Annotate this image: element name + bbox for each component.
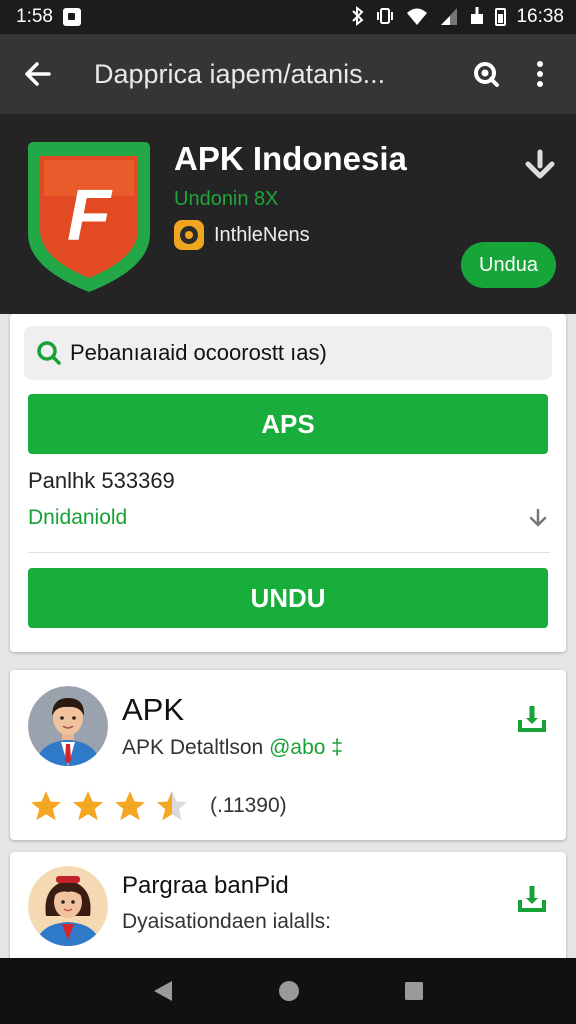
search-icon[interactable] bbox=[466, 54, 506, 94]
app-subtitle: Undonin 8X bbox=[174, 188, 279, 210]
download-icon[interactable] bbox=[516, 702, 548, 734]
star-icon bbox=[115, 791, 145, 821]
status-time-left: 1:58 bbox=[16, 6, 53, 27]
download-button[interactable]: UNDU bbox=[28, 568, 548, 628]
svg-text:F: F bbox=[67, 176, 113, 256]
list-item[interactable]: APK APK Detaltlson @abo ‡ (.11390) bbox=[10, 670, 566, 840]
back-arrow-icon[interactable] bbox=[20, 56, 56, 92]
recents-nav-icon[interactable] bbox=[402, 979, 426, 1003]
status-bar: 1:58 16:38 bbox=[0, 0, 576, 34]
search-text: Pebanıaıaid ocoorostt ıas) bbox=[70, 340, 327, 365]
developer-badge-icon bbox=[174, 220, 204, 250]
signal-icon bbox=[439, 6, 459, 29]
status-time-right: 16:38 bbox=[516, 6, 564, 27]
bluetooth-icon bbox=[351, 5, 365, 29]
list-item[interactable]: Pargraa banPid Dyaisationdaen ialalls: bbox=[10, 852, 566, 972]
star-icon bbox=[73, 791, 103, 821]
divider bbox=[28, 552, 550, 553]
app-name: APK Indonesia bbox=[174, 140, 407, 177]
app-logo-icon: F bbox=[22, 138, 156, 296]
avatar bbox=[28, 686, 108, 766]
chevron-down-icon[interactable] bbox=[526, 506, 550, 530]
more-vert-icon[interactable] bbox=[520, 54, 560, 94]
developer-name: InthleNens bbox=[214, 223, 310, 246]
wifi-icon bbox=[405, 6, 429, 29]
data-icon bbox=[469, 6, 485, 29]
rating-stars: (.11390) bbox=[28, 788, 287, 824]
item-subtitle: APK Detaltlson @abo ‡ bbox=[122, 736, 343, 759]
item-title: Pargraa banPid bbox=[122, 872, 289, 899]
package-text: Panlhk 533369 bbox=[28, 468, 175, 493]
item-subtitle: Dyaisationdaen ialalls: bbox=[122, 910, 331, 933]
avatar bbox=[28, 866, 108, 946]
item-title: APK bbox=[122, 692, 185, 727]
developer-row[interactable]: InthleNens bbox=[174, 220, 310, 250]
star-half-icon bbox=[157, 791, 187, 821]
app-bar: Dapprica iapem/atanis... bbox=[0, 34, 576, 114]
rating-count: (.11390) bbox=[210, 794, 287, 817]
page-title: Dapprica iapem/atanis... bbox=[94, 58, 386, 89]
aps-button[interactable]: APS bbox=[28, 394, 548, 454]
home-nav-icon[interactable] bbox=[276, 978, 302, 1004]
search-field[interactable]: Pebanıaıaid ocoorostt ıas) bbox=[24, 326, 552, 380]
search-icon bbox=[37, 341, 61, 365]
install-button[interactable]: Undua bbox=[461, 242, 556, 288]
back-nav-icon[interactable] bbox=[150, 978, 176, 1004]
system-nav-bar bbox=[0, 958, 576, 1024]
notification-icon bbox=[62, 8, 81, 26]
main-card: Pebanıaıaid ocoorostt ıas) APS Panlhk 53… bbox=[10, 314, 566, 652]
vibrate-icon bbox=[375, 6, 395, 29]
battery-icon bbox=[495, 8, 507, 26]
download-row[interactable]: Dnidaniold bbox=[28, 506, 550, 530]
download-arrow-icon[interactable] bbox=[520, 144, 560, 184]
download-label: Dnidaniold bbox=[28, 506, 128, 529]
download-icon[interactable] bbox=[516, 882, 548, 914]
star-icon bbox=[31, 791, 61, 821]
app-header: F APK Indonesia Undonin 8X InthleNens Un… bbox=[0, 114, 576, 314]
